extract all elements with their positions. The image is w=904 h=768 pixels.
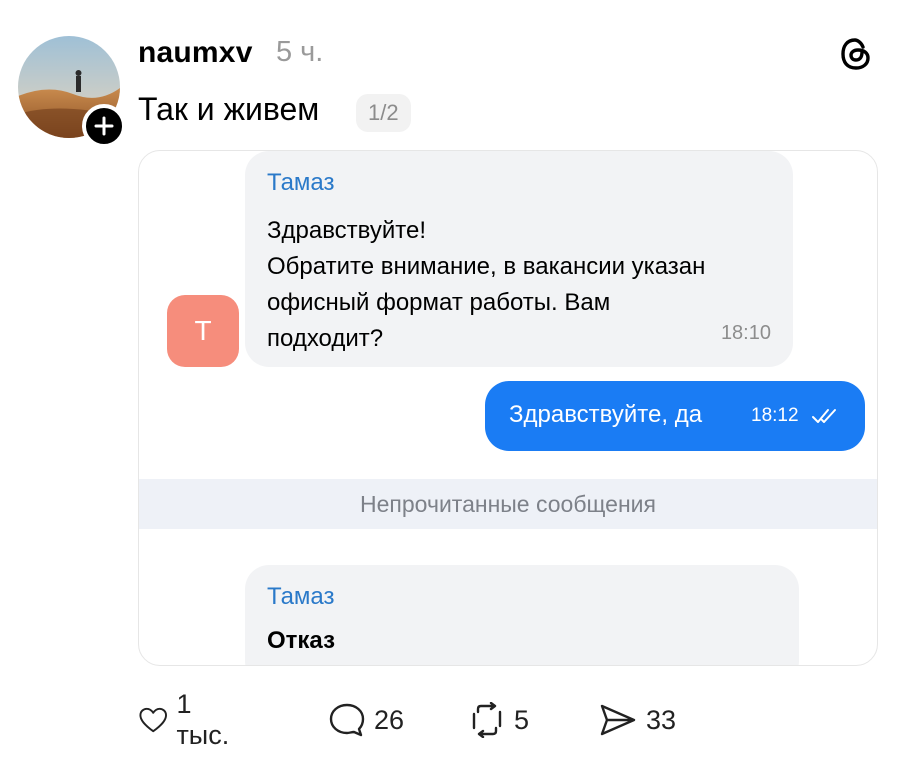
repost-count: 5 xyxy=(514,704,530,735)
double-check-icon xyxy=(812,409,836,423)
message-line: Здравствуйте! xyxy=(267,217,427,244)
message-time: 18:12 xyxy=(751,405,799,426)
comment-count: 26 xyxy=(374,704,405,735)
comment-button[interactable]: 26 xyxy=(328,700,404,740)
incoming-message: Тамаз Отказ xyxy=(245,565,799,665)
threads-logo-icon[interactable] xyxy=(836,34,876,74)
message-text: Здравствуйте, да xyxy=(509,401,703,428)
like-count: 1 тыс. xyxy=(176,689,230,750)
attached-image[interactable]: Т Тамаз Здравствуйте! Обратите внимание,… xyxy=(138,150,878,666)
like-button[interactable]: 1 тыс. xyxy=(138,689,237,750)
heart-icon xyxy=(139,707,167,733)
share-count: 33 xyxy=(646,704,677,735)
repost-icon xyxy=(472,702,502,738)
username[interactable]: naumxv xyxy=(138,36,253,70)
repost-button[interactable]: 5 xyxy=(468,700,529,740)
image-counter: 1/2 xyxy=(356,94,411,132)
comment-icon xyxy=(329,703,365,737)
message-line: подходит? xyxy=(267,325,384,352)
plus-icon xyxy=(94,116,114,136)
outgoing-message: Здравствуйте, да 18:12 xyxy=(485,381,865,451)
message-text: Отказ xyxy=(267,627,336,654)
message-text: Здравствуйте! Обратите внимание, в вакан… xyxy=(267,213,705,357)
share-button[interactable]: 33 xyxy=(598,700,676,740)
post-time: 5 ч. xyxy=(276,36,324,68)
message-line: Обратите внимание, в вакансии указан xyxy=(267,253,706,280)
send-icon xyxy=(600,704,636,736)
incoming-message: Тамаз Здравствуйте! Обратите внимание, в… xyxy=(245,151,793,367)
sender-avatar: Т xyxy=(167,295,239,367)
sender-name: Тамаз xyxy=(267,583,335,610)
message-line: офисный формат работы. Вам xyxy=(267,289,611,316)
sender-name: Тамаз xyxy=(267,169,335,196)
follow-button[interactable] xyxy=(82,104,126,148)
post-caption: Так и живем xyxy=(138,91,320,127)
unread-divider: Непрочитанные сообщения xyxy=(139,479,877,529)
message-time: 18:10 xyxy=(720,322,771,344)
